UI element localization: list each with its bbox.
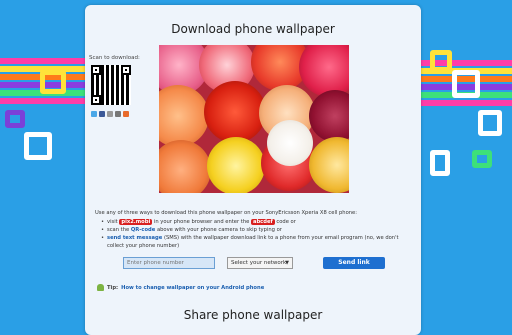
mail-icon[interactable] xyxy=(107,111,113,117)
send-link-button[interactable]: Send link xyxy=(323,257,385,269)
network-select[interactable]: Select your network: ▼ xyxy=(227,257,293,269)
chevron-down-icon: ▼ xyxy=(285,260,289,266)
share-icons xyxy=(91,111,129,117)
android-icon xyxy=(97,284,104,291)
facebook-icon[interactable] xyxy=(99,111,105,117)
code-badge: abcdef xyxy=(250,219,275,225)
network-select-value: Select your network: xyxy=(231,260,289,266)
list-item: scan the QR-code above with your phone c… xyxy=(101,226,411,234)
wallpaper-panel: Download phone wallpaper Scan to downloa… xyxy=(85,5,421,335)
twitter-icon[interactable] xyxy=(91,111,97,117)
qr-code[interactable] xyxy=(91,65,131,105)
item1-middle: in your phone browser and enter the xyxy=(153,219,250,225)
print-icon[interactable] xyxy=(115,111,121,117)
list-item: visit pix2.mobi in your phone browser an… xyxy=(101,218,411,226)
wallpaper-image[interactable] xyxy=(159,45,349,193)
qr-code-link[interactable]: QR-code xyxy=(131,227,155,233)
instructions-intro: Use any of three ways to download this p… xyxy=(95,210,357,216)
scan-label: Scan to download: xyxy=(89,55,140,61)
phone-number-input[interactable] xyxy=(123,257,215,269)
item2-prefix: scan the xyxy=(107,227,130,233)
page-title: Download phone wallpaper xyxy=(171,22,335,36)
send-text-link[interactable]: send text message xyxy=(107,235,162,241)
plus-icon[interactable] xyxy=(123,111,129,117)
site-badge[interactable]: pix2.mobi xyxy=(119,219,153,225)
instructions-list: visit pix2.mobi in your phone browser an… xyxy=(101,218,411,250)
tip-link[interactable]: How to change wallpaper on your Android … xyxy=(121,285,264,291)
tip-label: Tip: xyxy=(107,284,119,291)
item1-suffix: code or xyxy=(276,219,296,225)
item1-prefix: visit xyxy=(107,219,118,225)
list-item: send text message (SMS) with the wallpap… xyxy=(101,234,411,250)
tip[interactable]: Tip: How to change wallpaper on your And… xyxy=(97,284,264,291)
item2-suffix: above with your phone camera to skip typ… xyxy=(156,227,282,233)
